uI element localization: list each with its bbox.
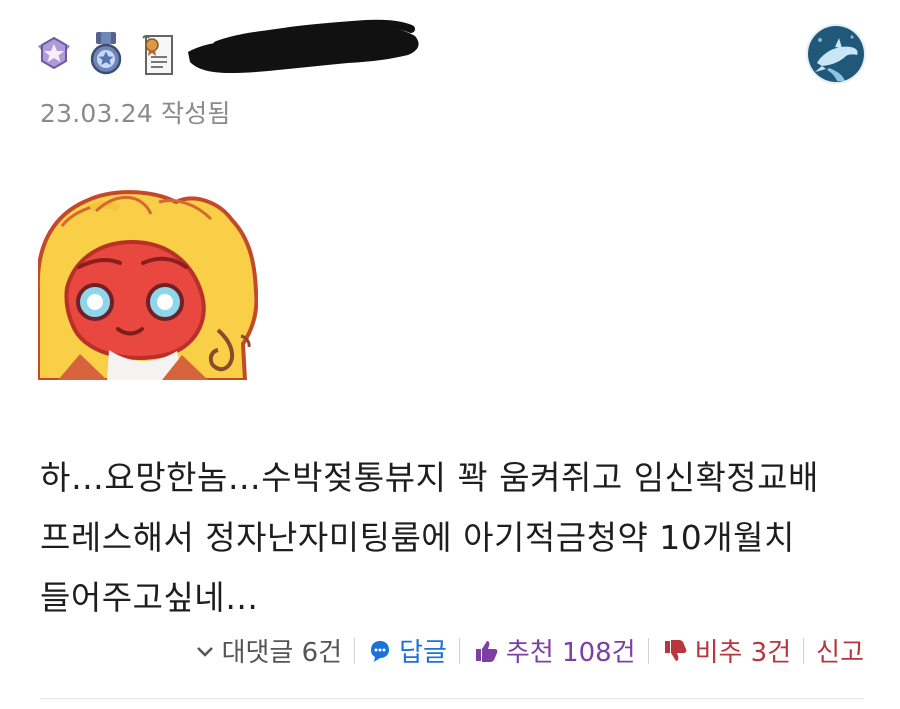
report-button[interactable]: 신고 <box>816 632 864 669</box>
replies-toggle-button[interactable]: 대댓글 6건 <box>194 632 343 669</box>
comment-body-line-1: 하…요망한놈…수박젖통뷰지 꽉 움켜쥐고 임신확정교배 <box>40 458 819 497</box>
user-badges <box>34 30 178 82</box>
chevron-down-icon <box>196 646 213 657</box>
post-date-suffix: 작성됨 <box>160 99 231 128</box>
reply-button[interactable]: 답글 <box>367 632 447 669</box>
downvote-button[interactable]: 비추 3건 <box>661 632 792 669</box>
comment-card: 23.03.24 작성됨 하…요망한놈…수박젖통뷰지 꽉 움켜쥐고 임신확정교배 … <box>0 0 900 709</box>
blue-star-medal-icon[interactable] <box>86 30 126 82</box>
action-divider <box>458 637 460 664</box>
action-divider <box>803 637 805 664</box>
action-divider <box>354 637 356 664</box>
date-row: 23.03.24 작성됨 <box>40 94 231 130</box>
thumbs-down-icon <box>664 639 686 661</box>
certificate-scroll-icon[interactable] <box>138 30 178 82</box>
comment-body-line-2: 프레스해서 정자난자미팅룸에 아기적금청약 10개월치 <box>40 518 795 557</box>
downvote-label: 비추 3건 <box>694 638 792 668</box>
action-divider <box>647 637 649 664</box>
redacted-username <box>188 19 419 73</box>
comment-actions: 대댓글 6건 답글 추천 108건 비추 3건 신고 <box>194 632 864 669</box>
comment-body: 하…요망한놈…수박젖통뷰지 꽉 움켜쥐고 임신확정교배 프레스해서 정자난자미팅… <box>40 448 880 628</box>
report-label: 신고 <box>816 638 864 668</box>
bottom-divider <box>40 698 864 699</box>
anime-girl-sticker[interactable] <box>38 184 258 380</box>
comment-body-line-3: 들어주고싶네… <box>40 578 259 617</box>
purple-star-wing-badge-icon[interactable] <box>34 30 74 82</box>
reply-label: 답글 <box>399 638 447 668</box>
dolphin-avatar-icon <box>808 26 864 82</box>
replies-count-label: 대댓글 6건 <box>221 638 343 668</box>
post-date: 23.03.24 <box>40 99 153 128</box>
upvote-button[interactable]: 추천 108건 <box>472 632 636 669</box>
avatar[interactable] <box>806 24 866 84</box>
reply-bubble-icon <box>371 640 390 662</box>
thumbs-up-icon <box>475 640 498 662</box>
upvote-label: 추천 108건 <box>505 638 636 668</box>
